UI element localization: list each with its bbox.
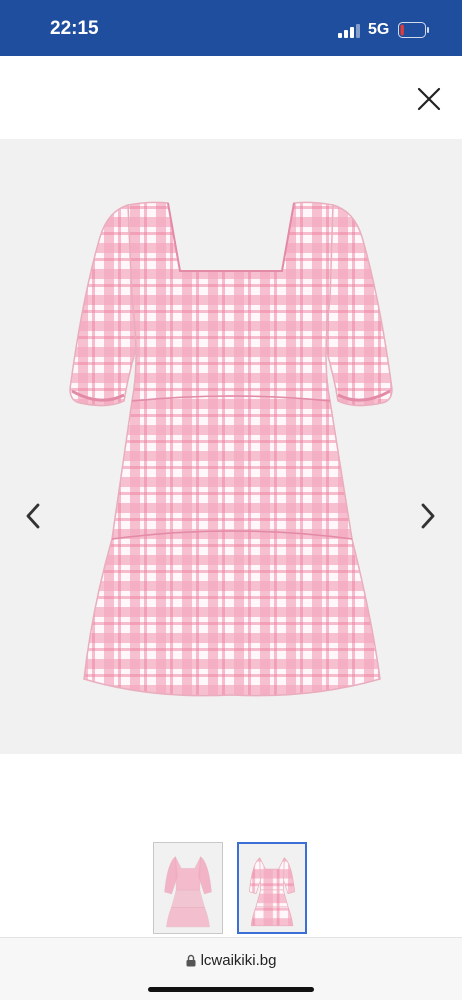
lock-icon <box>186 954 196 967</box>
close-icon <box>417 87 441 111</box>
status-time: 22:15 <box>50 18 99 39</box>
thumbnail-2-selected[interactable] <box>237 842 307 934</box>
signal-bars-icon <box>338 24 360 38</box>
thumbnail-image <box>248 857 296 927</box>
close-button[interactable] <box>414 84 444 114</box>
thumbnail-strip <box>0 842 462 938</box>
chevron-left-icon <box>26 503 40 529</box>
thumbnail-1[interactable] <box>153 842 223 934</box>
next-image-button[interactable] <box>417 501 439 531</box>
status-bar: 22:15 5G <box>0 0 462 56</box>
browser-address-bar[interactable]: lcwaikiki.bg <box>0 937 462 1000</box>
url-text: lcwaikiki.bg <box>200 952 277 969</box>
previous-image-button[interactable] <box>22 501 44 531</box>
chevron-right-icon <box>421 503 435 529</box>
network-type: 5G <box>368 21 390 38</box>
home-indicator[interactable] <box>148 987 314 992</box>
url-display: lcwaikiki.bg <box>0 952 462 969</box>
thumbnail-image <box>164 856 212 928</box>
product-image <box>69 201 393 697</box>
battery-low-icon <box>398 22 429 38</box>
product-image-viewer[interactable] <box>0 139 462 754</box>
